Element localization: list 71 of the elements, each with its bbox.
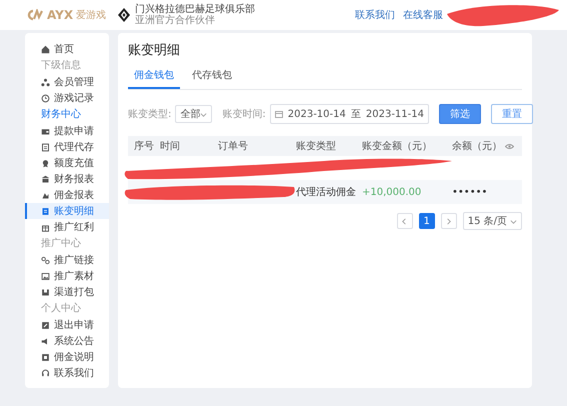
logo-mark: AYX <box>47 8 74 22</box>
chevron-down-icon <box>510 218 517 224</box>
filter-label: 账变时间: <box>222 108 266 121</box>
page-title: 账变明细 <box>128 42 181 59</box>
sidebar-item[interactable]: 代理代存 <box>25 139 109 155</box>
sidebar-item[interactable]: 渠道打包 <box>25 284 109 300</box>
eye-icon[interactable] <box>505 142 514 150</box>
chevron-down-icon <box>200 110 208 118</box>
link-icon <box>41 256 50 264</box>
sidebar-section: 推广中心 <box>25 235 109 252</box>
calendar-icon <box>274 110 283 118</box>
table-cell-text: 代理活动佣金 <box>296 186 357 199</box>
sidebar-item[interactable]: 退出申请 <box>25 317 109 333</box>
header-link[interactable]: 在线客服 <box>403 8 443 22</box>
badge-icon <box>41 158 50 168</box>
table-cell-text: •••••• <box>452 186 488 198</box>
people-icon <box>41 78 50 86</box>
column-header: 时间 <box>160 140 181 153</box>
sidebar-section: 下级信息 <box>25 57 109 74</box>
sidebar-item[interactable]: 推广素材 <box>25 268 109 284</box>
clock-icon <box>41 94 50 102</box>
tab[interactable]: 佣金钱包 <box>128 65 180 89</box>
sidebar-item[interactable]: 系统公告 <box>25 333 109 349</box>
chevron-right-icon <box>445 218 452 224</box>
next-page-button[interactable] <box>440 213 457 229</box>
tab[interactable]: 代存钱包 <box>186 65 238 89</box>
sidebar-item[interactable]: 额度充值 <box>25 155 109 171</box>
chart-icon <box>41 190 50 200</box>
partner-subtitle: 亚洲官方合作伙伴 <box>135 15 216 26</box>
edit-icon <box>41 320 50 330</box>
page-button[interactable]: 1 <box>418 213 435 229</box>
column-header: 账变金额（元） <box>362 140 433 153</box>
sidebar-section: 财务中心 <box>25 106 109 123</box>
header-link[interactable]: 联系我们 <box>355 8 395 22</box>
logo-text: 爱游戏 <box>76 8 106 22</box>
bank-icon <box>41 174 50 184</box>
date-range-field[interactable]: 2023-10-14 至 2023-11-14 <box>270 104 429 124</box>
column-header: 账变类型 <box>296 140 337 153</box>
square-icon <box>41 352 50 362</box>
sidebar-section: 个人中心 <box>25 300 109 317</box>
sidebar-item[interactable]: 提款申请 <box>25 123 109 139</box>
sidebar-item[interactable]: 佣金报表 <box>25 187 109 203</box>
sidebar-item[interactable]: 财务报表 <box>25 171 109 187</box>
sidebar-item[interactable]: 游戏记录 <box>25 90 109 106</box>
home-icon <box>41 44 50 54</box>
headset-icon <box>41 368 50 378</box>
chevron-left-icon <box>401 218 408 224</box>
sidebar-item[interactable]: 账变明细 <box>25 203 109 219</box>
wallet-icon <box>41 126 50 136</box>
sidebar-item[interactable]: 推广红利 <box>25 219 109 235</box>
sidebar-item[interactable]: 会员管理 <box>25 74 109 90</box>
previous-page-button[interactable] <box>396 213 413 229</box>
club-crest-icon <box>118 8 130 22</box>
package-icon <box>41 288 50 296</box>
image-icon <box>41 272 50 280</box>
column-header: 序号 <box>134 140 155 153</box>
partner-title: 门兴格拉德巴赫足球俱乐部 <box>135 4 256 15</box>
column-header: 订单号 <box>218 140 249 153</box>
logo-icon <box>26 9 44 21</box>
page-size-select[interactable]: 15 条/页 <box>462 212 522 230</box>
table-cell-text: +10,000.00 <box>362 186 422 198</box>
document-icon <box>41 142 50 152</box>
sidebar-item[interactable]: 首页 <box>25 41 109 57</box>
column-header: 余额（元） <box>452 140 502 153</box>
type-select[interactable]: 全部 <box>175 105 212 123</box>
sidebar-item[interactable]: 佣金说明 <box>25 349 109 365</box>
sidebar-item[interactable]: 联系我们 <box>25 365 109 381</box>
list-icon <box>41 206 50 216</box>
sidebar-item[interactable]: 推广链接 <box>25 252 109 268</box>
filter-label: 账变类型: <box>128 108 172 121</box>
speaker-icon <box>41 336 50 346</box>
